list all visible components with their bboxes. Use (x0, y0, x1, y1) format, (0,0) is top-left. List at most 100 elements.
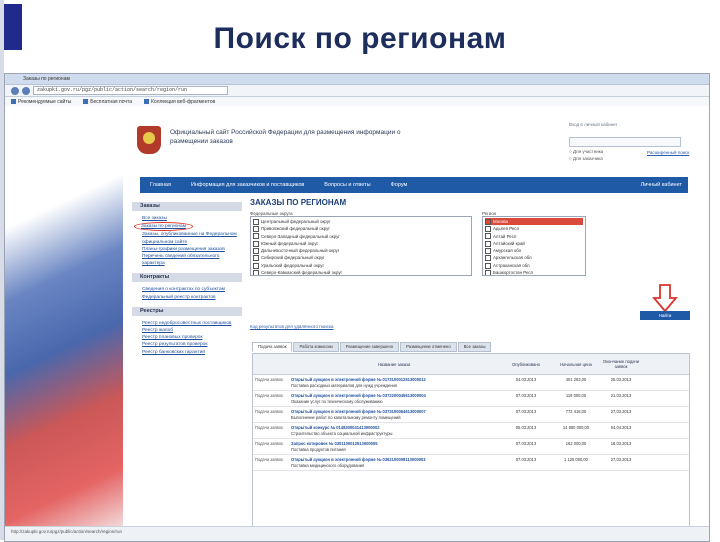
bookmark-item[interactable]: Коллекция веб-фрагментов (144, 99, 215, 105)
sidebar-item-plans[interactable]: Планы-графики размещения заказов (142, 246, 242, 253)
table-row[interactable]: Подача заявок Открытый конкурс № 01483000… (253, 423, 689, 439)
table-header: Название заказа Опубликовано Начальная ц… (253, 354, 689, 375)
sidebar-item-mandatory[interactable]: Перечень сведений обязательного характер… (142, 253, 242, 267)
region-option[interactable]: Алтайский край (485, 240, 583, 247)
sidebar-item-contracts-subjects[interactable]: Сведения о контрактах по субъектам (142, 286, 242, 293)
tab-cancelled[interactable]: Размещение отменено (400, 342, 457, 352)
tab-all[interactable]: Все заказы (457, 342, 492, 352)
extended-search-link[interactable]: Расширенный поиск (647, 150, 689, 155)
row-end-date: 04.04.2013 (610, 425, 632, 430)
account-link[interactable]: Вход в личный кабинет (569, 122, 618, 127)
order-link[interactable]: Открытый аукцион в электронной форме № 0… (291, 409, 426, 414)
sidebar-contracts-list: Сведения о контрактах по субъектам Федер… (132, 282, 242, 302)
row-type: Подача заявок (255, 457, 283, 462)
table-row[interactable]: Подача заявок Открытый аукцион в электрон… (253, 375, 689, 391)
checkbox-icon (485, 226, 491, 233)
url-input[interactable]: zakupki.gov.ru/pgz/public/action/search/… (33, 86, 228, 95)
search-input[interactable] (569, 137, 681, 147)
order-link[interactable]: Открытый аукцион в электронной форме № 0… (291, 457, 426, 462)
region-option[interactable]: Адыгея Респ (485, 225, 583, 233)
ext-search-link[interactable]: Код результатов для удалённого поиска (250, 324, 334, 329)
region-option[interactable]: Астраханская обл (485, 262, 583, 269)
radio-customer[interactable]: ○ Для заказчика (569, 155, 603, 162)
order-link[interactable]: Открытый аукцион в электронной форме № 0… (291, 393, 426, 398)
row-price: 401 263,00 (565, 377, 587, 382)
order-link[interactable]: Открытый конкурс № 0148300041413000002 (291, 425, 380, 430)
sidebar-item-registry-3[interactable]: Реестр плановых проверок (142, 334, 242, 341)
table-row[interactable]: Подача заявок Открытый аукцион в электрон… (253, 455, 689, 471)
order-description: Строительство объекта социальной инфраст… (291, 430, 393, 436)
sidebar-item-registry-2[interactable]: Реестр жалоб (142, 327, 242, 334)
browser-window: Заказы по регионам zakupki.gov.ru/pgz/pu… (4, 73, 710, 542)
menu-item-forum[interactable]: Форум (381, 182, 418, 188)
column-header[interactable]: Название заказа (289, 360, 499, 369)
row-end-date: 25.03.2013 (610, 377, 632, 382)
sidebar-item-orders-by-region[interactable]: Заказы по регионам (134, 222, 194, 232)
row-end-date: 27.03.2013 (610, 409, 632, 414)
region-option-selected[interactable]: Москва (485, 218, 583, 226)
sidebar: Заказы Все заказы Заказы по регионам Зак… (132, 198, 242, 358)
browser-tab-title[interactable]: Заказы по регионам (5, 74, 709, 85)
district-option[interactable]: Приволжский федеральный округ (253, 225, 469, 233)
row-date: 07.03.2013 (515, 441, 537, 446)
sidebar-item-registry-4[interactable]: Реестр результатов проверок (142, 341, 242, 348)
order-link[interactable]: Открытый аукцион в электронной форме № 0… (291, 377, 426, 382)
region-option[interactable]: Архангельская обл (485, 254, 583, 262)
address-bar: zakupki.gov.ru/pgz/public/action/search/… (5, 85, 709, 97)
sidebar-head-contracts[interactable]: Контракты (132, 273, 242, 283)
district-option[interactable]: Южный федеральный округ (253, 240, 469, 247)
find-button[interactable]: Найти (640, 311, 690, 320)
district-option[interactable]: Северо-Кавказский федеральный округ (253, 269, 469, 275)
column-header[interactable]: Начальная цена (553, 360, 599, 369)
sidebar-item-registry-1[interactable]: Реестр недобросовестных поставщиков (142, 320, 242, 327)
checkbox-icon (253, 233, 259, 240)
sidebar-item-registry-5[interactable]: Реестр банковских гарантий (142, 349, 242, 356)
order-description: Поставка продуктов питания (291, 446, 346, 452)
forward-icon[interactable] (22, 86, 30, 95)
sidebar-item-federal-orders[interactable]: Заказы, опубликованные на Федеральном оф… (142, 231, 242, 245)
table-row[interactable]: Подача заявок Открытый аукцион в электрон… (253, 407, 689, 423)
checkbox-icon (485, 248, 491, 255)
table-row[interactable]: Подача заявок Запрос котировок № 03011000… (253, 439, 689, 455)
regions-listbox[interactable]: Москва Адыгея Респ Алтай Респ Алтайский … (482, 216, 586, 276)
district-option[interactable]: Сибирский федеральный округ (253, 254, 469, 262)
column-header[interactable]: Опубликовано (499, 360, 553, 369)
row-end-date: 21.03.2013 (610, 393, 632, 398)
column-header[interactable]: Окончание подачи заявок (599, 357, 643, 371)
tab-applications[interactable]: Подача заявок (252, 342, 293, 352)
menu-item-cabinet[interactable]: Личный кабинет (631, 182, 688, 188)
table-row[interactable]: Подача заявок Открытый аукцион в электрон… (253, 391, 689, 407)
bookmark-item[interactable]: Рекомендуемые сайты (11, 99, 71, 105)
menu-item-faq[interactable]: Вопросы и ответы (314, 182, 380, 188)
checkbox-icon (253, 240, 259, 247)
radio-participant[interactable]: ○ Для участника (569, 148, 603, 155)
checkbox-icon (253, 262, 259, 269)
district-option[interactable]: Уральский федеральный округ (253, 262, 469, 269)
order-link[interactable]: Запрос котировок № 0301100012513000005 (291, 441, 377, 446)
sidebar-item-all-orders[interactable]: Все заказы (142, 215, 242, 222)
bookmark-item[interactable]: Бесплатная почта (83, 99, 132, 105)
sidebar-item-contracts-registry[interactable]: Федеральный реестр контрактов (142, 294, 242, 301)
site-name: Официальный сайт Российской Федерации дл… (170, 129, 401, 145)
district-option[interactable]: Дальневосточный федеральный округ (253, 247, 469, 255)
district-option[interactable]: Северо-Западный федеральный округ (253, 233, 469, 240)
districts-listbox[interactable]: Центральный федеральный округ Приволжски… (250, 216, 472, 276)
row-title-cell: Открытый аукцион в электронной форме № 0… (289, 391, 499, 406)
row-title-cell: Открытый аукцион в электронной форме № 0… (289, 455, 499, 470)
row-type: Подача заявок (255, 425, 283, 430)
sidebar-head-orders[interactable]: Заказы (132, 202, 242, 211)
tab-completed[interactable]: Размещение завершено (339, 342, 400, 352)
back-icon[interactable] (11, 86, 19, 95)
region-option[interactable]: Амурская обл (485, 247, 583, 255)
row-date: 07.03.2013 (515, 409, 537, 414)
checkbox-icon (253, 255, 259, 262)
slide-title: Поиск по регионам (213, 22, 507, 55)
tab-commission[interactable]: Работа комиссии (293, 342, 339, 352)
region-option[interactable]: Башкортостан Респ (485, 269, 583, 275)
menu-item-info[interactable]: Информация для заказчиков и поставщиков (181, 182, 314, 188)
region-option[interactable]: Алтай Респ (485, 233, 583, 240)
district-option[interactable]: Центральный федеральный округ (253, 218, 469, 225)
sidebar-head-registries[interactable]: Реестры (132, 306, 242, 316)
main-content: ЗАКАЗЫ ПО РЕГИОНАМ Федеральные округа Це… (250, 198, 690, 276)
menu-item-home[interactable]: Главная (140, 182, 181, 188)
